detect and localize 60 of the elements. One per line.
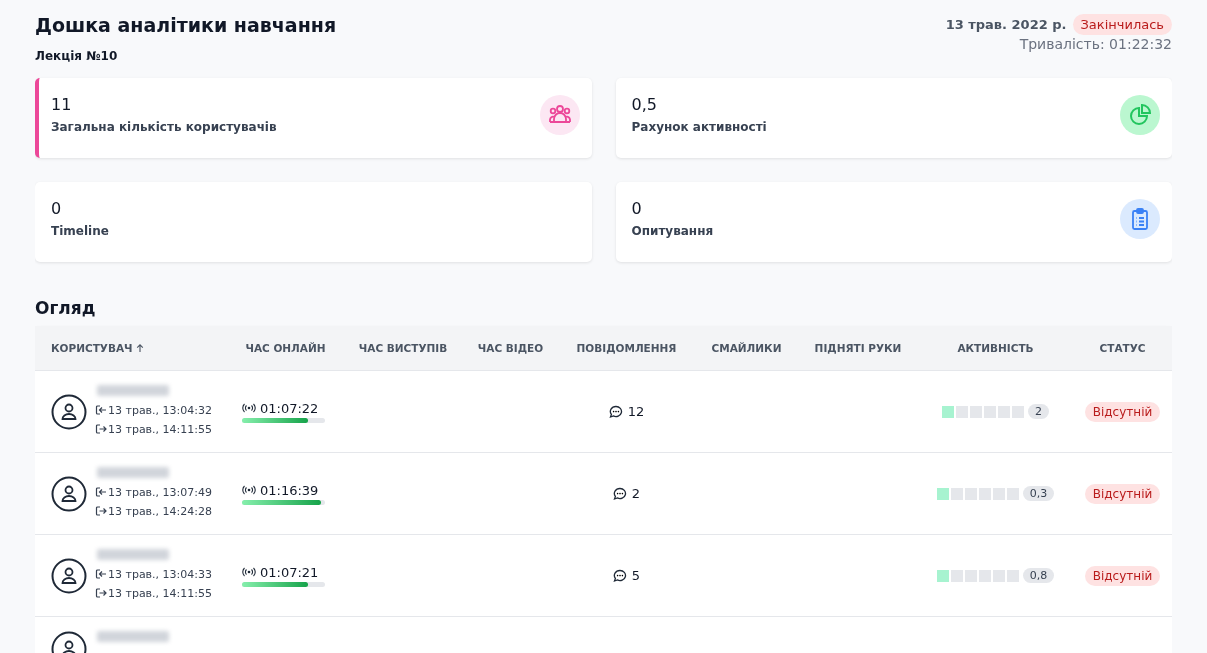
pie-chart-icon	[1120, 95, 1160, 135]
column-header[interactable]: АКТИВНІСТЬ	[918, 342, 1073, 354]
avatar-icon	[51, 475, 87, 512]
stat-label: Опитування	[631, 224, 714, 238]
sort-arrow-icon	[135, 343, 144, 353]
column-header[interactable]: ЧАС ВИСТУПІВ	[343, 342, 463, 354]
clipboard-icon	[1120, 199, 1160, 239]
lecture-name: Лекція №10	[35, 49, 119, 63]
online-time: 01:07:22	[260, 400, 319, 416]
column-header[interactable]: ПОВІДОМЛЕННЯ	[558, 342, 695, 354]
section-title: Огляд	[35, 298, 97, 318]
stat-value: 11	[51, 95, 73, 114]
logout-icon	[95, 505, 107, 517]
join-time: 13 трав., 13:07:49	[108, 484, 212, 501]
login-icon	[95, 404, 107, 416]
broadcast-icon	[242, 403, 256, 413]
online-time: 01:16:39	[260, 482, 319, 498]
leave-time: 13 трав., 14:11:55	[108, 585, 212, 602]
avatar-icon	[51, 557, 87, 594]
column-header[interactable]: ПІДНЯТІ РУКИ	[798, 342, 918, 354]
logout-icon	[95, 423, 107, 435]
stat-label: Рахунок активності	[631, 120, 767, 134]
activity-score: 0,8	[1022, 568, 1055, 583]
column-header[interactable]: ЧАС ОНЛАЙН	[228, 342, 343, 354]
column-header[interactable]: КОРИСТУВАЧ	[35, 342, 228, 354]
column-header[interactable]: СТАТУС	[1073, 342, 1172, 354]
stat-value: 0	[631, 199, 643, 218]
stat-label: Timeline	[51, 224, 109, 238]
chat-bubble-icon	[612, 486, 627, 501]
status-badge: Відсутній	[1084, 483, 1161, 504]
page-title: Дошка аналітики навчання	[35, 14, 337, 36]
duration-text: Тривалість: 01:22:32	[1018, 36, 1172, 52]
message-count: 12	[627, 404, 645, 419]
column-header[interactable]: ЧАС ВІДЕО	[463, 342, 558, 354]
status-badge: Відсутній	[1084, 565, 1161, 586]
logout-icon	[95, 587, 107, 599]
chat-bubble-icon	[608, 404, 623, 419]
session-date: 13 трав. 2022 р.	[945, 17, 1067, 32]
login-icon	[95, 486, 107, 498]
leave-time: 13 трав., 14:24:28	[108, 503, 212, 520]
status-badge: Відсутній	[1084, 401, 1161, 422]
column-header[interactable]: СМАЙЛИКИ	[695, 342, 798, 354]
activity-score: 0,3	[1022, 486, 1055, 501]
stat-value: 0	[51, 199, 63, 218]
activity-score: 2	[1028, 404, 1049, 419]
online-time: 01:07:21	[260, 564, 319, 580]
avatar-icon	[51, 393, 87, 430]
broadcast-icon	[242, 485, 256, 495]
stat-label: Загальна кількість користувачів	[51, 120, 277, 134]
broadcast-icon	[242, 567, 256, 577]
join-time: 13 трав., 13:04:33	[108, 566, 212, 583]
status-badge: Закінчилась	[1072, 14, 1172, 35]
login-icon	[95, 568, 107, 580]
join-time: 13 трав., 13:04:32	[108, 402, 212, 419]
leave-time: 13 трав., 14:11:55	[108, 421, 212, 438]
chat-bubble-icon	[612, 568, 627, 583]
users-icon	[539, 95, 580, 135]
message-count: 2	[631, 486, 641, 501]
stat-value: 0,5	[631, 95, 658, 114]
message-count: 5	[631, 568, 641, 583]
